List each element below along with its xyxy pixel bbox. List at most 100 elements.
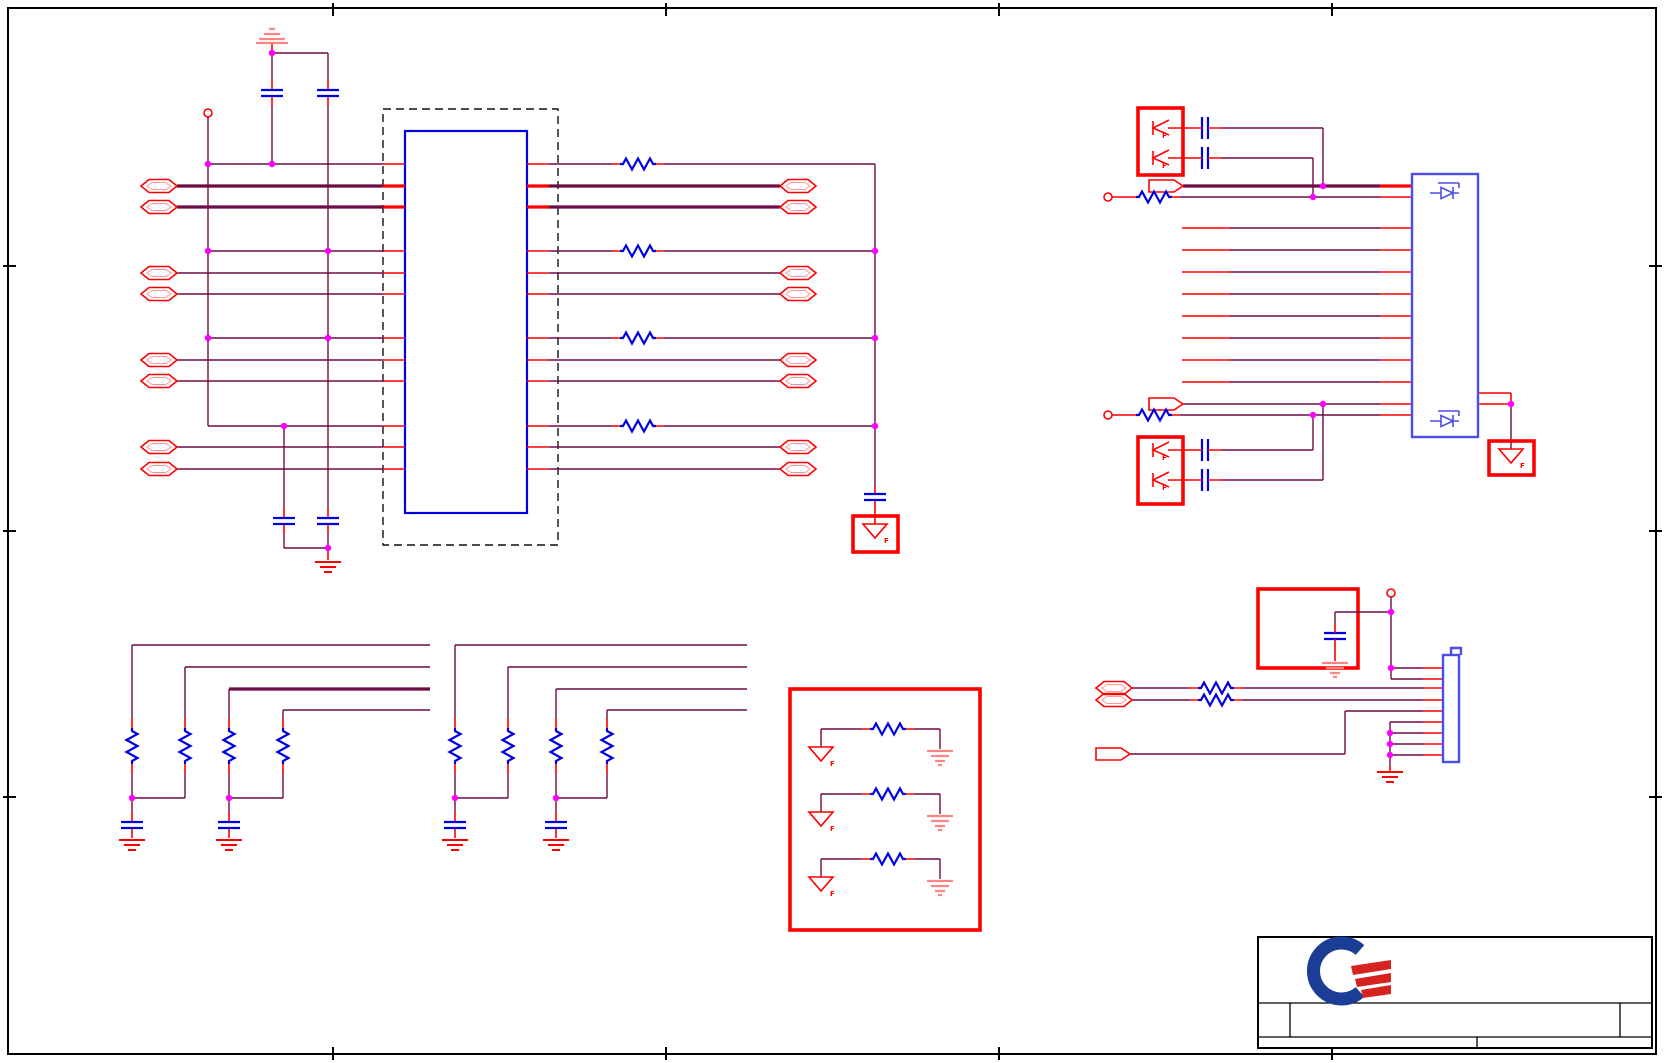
frame-ground-label: F	[884, 537, 889, 545]
qualcomm-logo	[1306, 936, 1391, 1006]
frame-ground-icon	[1498, 448, 1524, 464]
ground-bridge-box: F F F	[788, 687, 982, 932]
resistor-icon	[448, 726, 462, 766]
aux-connector-body	[1441, 653, 1461, 764]
rj45-connector-body	[1410, 172, 1480, 439]
ground-icon	[1376, 771, 1404, 783]
frame-ground-label: F	[830, 825, 835, 833]
aux-connector-section	[1095, 587, 1463, 783]
ground-icon	[215, 839, 243, 851]
port-icon	[779, 286, 817, 302]
termination-leads	[131, 718, 284, 838]
terminal-circle-icon	[1103, 410, 1113, 420]
capacitor-icon	[543, 820, 569, 830]
port-icon	[140, 461, 178, 477]
clamp-diode-icon	[1429, 182, 1460, 200]
capacitor-icon	[442, 820, 468, 830]
frame-ground-label: F	[1520, 462, 1525, 470]
ground-icon	[314, 561, 342, 573]
frame-ground-label: F	[830, 760, 835, 768]
resistor-icon	[868, 722, 908, 736]
emphasis-box	[788, 687, 982, 932]
magnetics-pin-stubs	[271, 44, 876, 560]
port-icon	[779, 178, 817, 194]
aux-leads	[1190, 624, 1443, 772]
tvs-array-box	[1136, 106, 1185, 177]
capacitor-icon	[119, 820, 145, 830]
frame-ground-label: F	[830, 890, 835, 898]
earth-ground-icon	[925, 814, 955, 832]
frame-ground-icon	[862, 523, 888, 539]
resistor-icon	[618, 157, 658, 171]
bridge-wires	[820, 728, 941, 879]
resistor-icon	[868, 787, 908, 801]
ground-icon	[441, 839, 469, 851]
bridge-leads	[862, 728, 914, 860]
resistor-icon	[618, 244, 658, 258]
magnetics-bold-pair-wires	[177, 184, 780, 209]
schematic-canvas: F F F F F F F F F	[3, 3, 1662, 1060]
earth-ground-icon	[925, 879, 955, 897]
schematic-page: F F F F F F F F F	[0, 0, 1665, 1063]
capacitor-icon	[216, 820, 242, 830]
capacitor-icon	[1200, 115, 1210, 141]
frame-ground-label: F	[1162, 132, 1167, 140]
port-icon	[140, 286, 178, 302]
frame-ground-label: F	[1162, 162, 1167, 170]
resistor-icon	[1196, 693, 1236, 707]
earth-ground-icon	[1320, 661, 1350, 679]
capacitor-icon	[315, 88, 341, 98]
capacitor-icon	[1322, 631, 1348, 641]
ground-icon	[542, 839, 570, 851]
clamp-diode-icon	[1429, 410, 1460, 428]
earth-ground-icon	[925, 749, 955, 767]
port-icon	[1095, 692, 1133, 708]
port-icon	[1095, 680, 1133, 696]
resistor-icon	[549, 726, 563, 766]
termination-wires	[131, 644, 430, 812]
terminal-circle-icon	[1103, 192, 1113, 202]
rj45-pin-stubs	[1112, 127, 1512, 481]
resistor-icon	[868, 852, 908, 866]
frame-ground-label: F	[1162, 484, 1167, 492]
port-icon	[140, 352, 178, 368]
port-icon	[779, 265, 817, 281]
capacitor-icon	[271, 516, 297, 526]
termination-leads	[454, 718, 608, 838]
resistor-icon	[276, 726, 290, 766]
capacitor-icon	[1200, 145, 1210, 171]
earth-ground-icon	[254, 27, 290, 45]
frame-ground-icon	[808, 876, 834, 892]
capacitor-icon	[259, 88, 285, 98]
frame-ground-label: F	[1162, 454, 1167, 462]
termination-wires	[454, 644, 747, 812]
resistor-icon	[1134, 190, 1174, 204]
title-block	[1257, 936, 1653, 1049]
emphasis-box	[1256, 587, 1360, 670]
resistor-icon	[618, 419, 658, 433]
ground-icon	[118, 839, 146, 851]
capacitor-icon	[315, 516, 341, 526]
magnetics-module-outline	[382, 108, 559, 546]
port-icon	[140, 265, 178, 281]
resistor-icon	[1196, 681, 1236, 695]
port-icon	[779, 199, 817, 215]
frame-ground-icon	[808, 746, 834, 762]
port-icon	[779, 461, 817, 477]
resistor-icon	[222, 726, 236, 766]
drawing-frame	[3, 3, 1662, 1060]
port-icon	[140, 199, 178, 215]
port-icon	[779, 439, 817, 455]
port-icon	[779, 373, 817, 389]
resistor-icon	[1134, 408, 1174, 422]
rj45-connector-section: F F F F F	[1103, 106, 1536, 506]
resistor-icon	[600, 726, 614, 766]
capacitor-icon	[1200, 437, 1210, 463]
terminal-circle-icon	[203, 108, 213, 118]
ethernet-magnetics-section: F	[140, 27, 900, 573]
resistor-icon	[501, 726, 515, 766]
resistor-icon	[618, 331, 658, 345]
magnetics-bold-pin-stubs	[383, 184, 549, 209]
frame-ground-icon	[808, 811, 834, 827]
termination-network-a	[118, 644, 430, 851]
